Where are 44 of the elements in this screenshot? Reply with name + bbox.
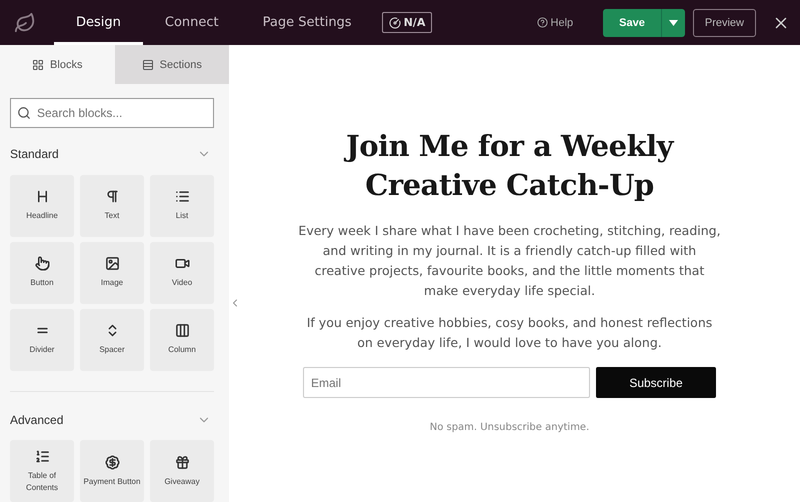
save-dropdown-button[interactable] (660, 8, 685, 36)
body-paragraph: Every week I share what I have been crocheting, stitching, reading, and writing in my journal. It is a friendly catch-up filled with creative projects, favourite books, and the little moments that make everyday life special. (297, 222, 722, 300)
nav-tab[interactable]: Connect (142, 0, 241, 45)
search-icon (17, 106, 31, 120)
block-tile[interactable]: Spacer (80, 308, 144, 371)
rows-icon (142, 58, 154, 71)
grid-icon (32, 58, 44, 71)
list-lines-icon (34, 448, 50, 464)
help-link[interactable]: Help (530, 16, 580, 30)
block-tile[interactable]: Headline (10, 174, 74, 237)
gift-icon (174, 454, 190, 470)
block-tile[interactable]: Video (150, 242, 214, 304)
panel-tab[interactable]: Sections (114, 45, 229, 84)
block-tile[interactable]: Column (150, 308, 214, 371)
dollar-badge-icon (104, 454, 120, 470)
logo-icon (14, 12, 36, 34)
block-tile[interactable]: Image (80, 242, 144, 304)
block-tile[interactable]: Payment Button (80, 440, 144, 502)
caret-icon (668, 20, 678, 26)
group-header[interactable]: Advanced (0, 410, 229, 430)
block-tile[interactable]: Text (80, 174, 144, 237)
block-tile[interactable]: Giveaway (150, 440, 214, 502)
block-tile[interactable]: Table of Contents (10, 440, 74, 502)
disclaimer-text: No spam. Unsubscribe anytime. (430, 422, 590, 433)
pointer-hand-icon (34, 256, 50, 272)
group-header[interactable]: Standard (0, 144, 229, 165)
page-heading: Join Me for a Weekly Creative Catch-Up (342, 128, 676, 204)
pilcrow-icon (104, 189, 120, 204)
list-icon (174, 189, 190, 204)
subscribe-button[interactable]: Subscribe (596, 367, 716, 398)
email-field[interactable]: Email (303, 367, 590, 398)
search-field[interactable]: Search blocks... (10, 98, 214, 128)
block-tile[interactable]: Button (10, 242, 74, 304)
block-tile[interactable]: List (150, 174, 214, 237)
help-icon (536, 17, 548, 28)
nav-tab[interactable]: Page Settings (240, 0, 374, 45)
save-button[interactable]: Save (603, 8, 661, 36)
image-icon (104, 256, 120, 272)
body-paragraph: If you enjoy creative hobbies, cosy books, and honest reflections on everyday life, I would love to have you along. (306, 314, 714, 352)
columns-icon (174, 323, 190, 338)
block-tile[interactable]: Divider (10, 308, 74, 371)
preview-button[interactable]: Preview (692, 8, 756, 36)
status-badge: N/A (382, 12, 432, 33)
gauge-icon (388, 16, 401, 28)
